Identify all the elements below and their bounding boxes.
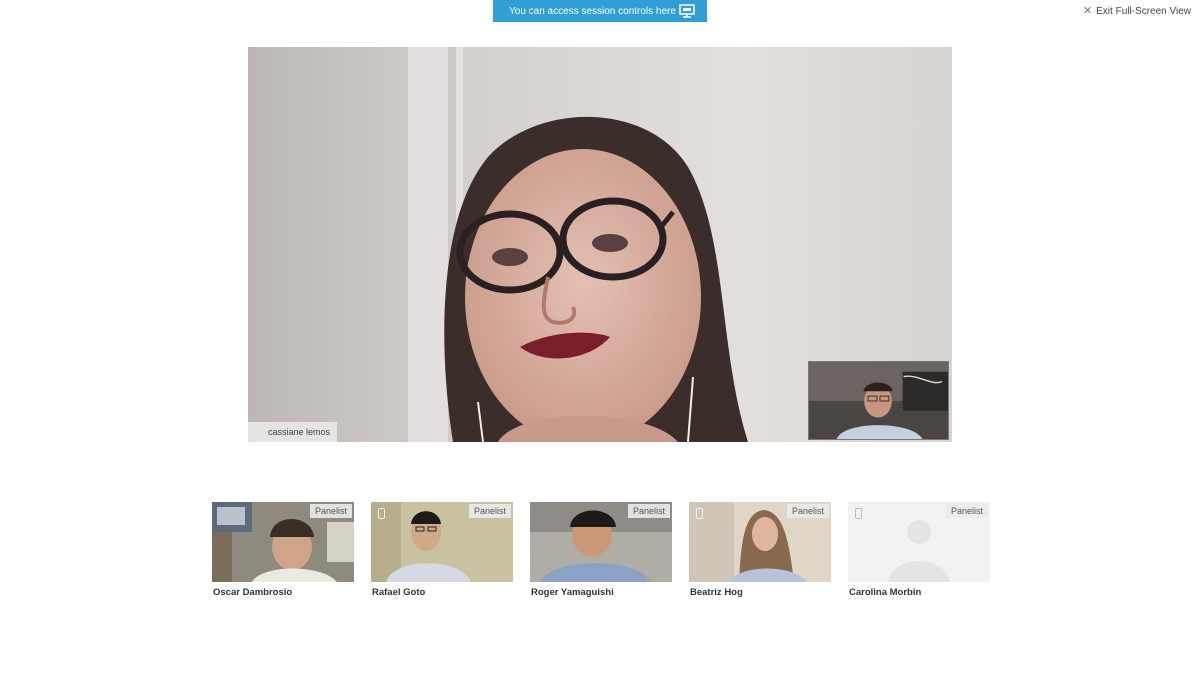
panelist-video[interactable]: Panelist xyxy=(371,502,513,582)
session-controls-banner[interactable]: You can access session controls here xyxy=(493,0,707,22)
panelist-video[interactable]: Panelist xyxy=(848,502,990,582)
session-controls-text: You can access session controls here xyxy=(509,5,676,17)
panelist-name: Roger Yamaguishi xyxy=(531,587,614,598)
panelist-tile[interactable]: Panelist Roger Yamaguishi xyxy=(530,502,672,598)
exit-fullscreen-label: Exit Full-Screen View xyxy=(1096,6,1191,17)
mobile-device-icon xyxy=(696,508,703,519)
panelist-name: Rafael Goto xyxy=(372,587,426,598)
panelist-strip: Panelist Oscar Dambrosio Panelist Rafael… xyxy=(212,502,990,598)
close-icon: ✕ xyxy=(1082,5,1093,17)
panelist-badge: Panelist xyxy=(627,504,670,518)
self-view-video[interactable] xyxy=(808,361,949,440)
mobile-device-icon xyxy=(378,508,385,519)
self-view-image xyxy=(809,362,948,439)
exit-fullscreen-button[interactable]: ✕ Exit Full-Screen View xyxy=(1082,5,1191,18)
panelist-tile[interactable]: Panelist Beatriz Hog xyxy=(689,502,831,598)
mobile-device-icon xyxy=(855,508,862,519)
panelist-name: Oscar Dambrosio xyxy=(213,587,293,598)
panelist-tile[interactable]: Panelist Rafael Goto xyxy=(371,502,513,598)
panelist-badge: Panelist xyxy=(468,504,511,518)
main-video-feed[interactable]: cassiane lemos xyxy=(248,47,952,442)
panelist-tile[interactable]: Panelist Carolina Morbin xyxy=(848,502,990,598)
panelist-name: Carolina Morbin xyxy=(849,587,922,598)
panelist-badge: Panelist xyxy=(945,504,988,518)
panelist-video[interactable]: Panelist xyxy=(530,502,672,582)
panelist-name: Beatriz Hog xyxy=(690,587,743,598)
speaker-name-label: cassiane lemos xyxy=(248,422,338,442)
panelist-tile[interactable]: Panelist Oscar Dambrosio xyxy=(212,502,354,598)
panelist-video[interactable]: Panelist xyxy=(689,502,831,582)
panelist-badge: Panelist xyxy=(309,504,352,518)
monitor-icon[interactable] xyxy=(679,4,695,18)
panelist-badge: Panelist xyxy=(786,504,829,518)
panelist-video[interactable]: Panelist xyxy=(212,502,354,582)
